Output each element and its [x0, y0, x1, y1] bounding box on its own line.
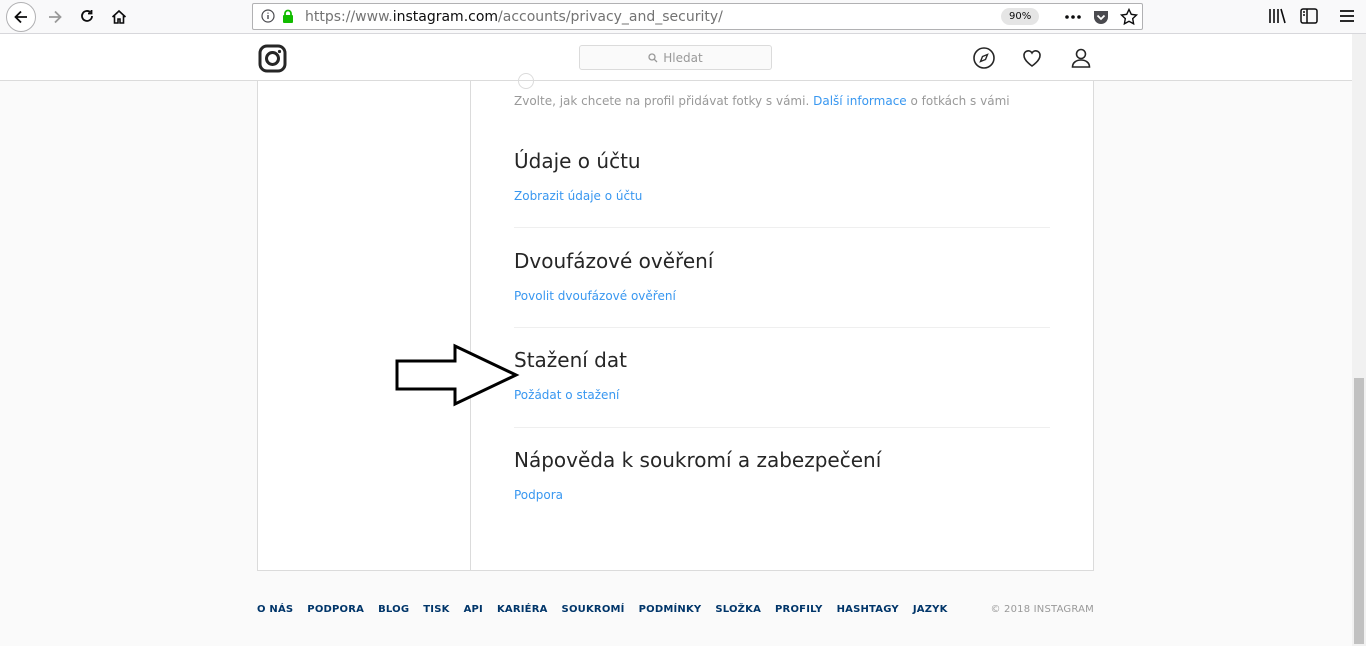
section-two-factor: Dvoufázové ověření Povolit dvoufázové ov…: [514, 249, 1050, 303]
browser-toolbar: https://www.instagram.com/accounts/priva…: [0, 0, 1366, 34]
divider: [514, 227, 1050, 228]
section-privacy-help: Nápověda k soukromí a zabezpečení Podpor…: [514, 448, 1050, 502]
menu-icon[interactable]: [1336, 5, 1358, 27]
divider: [514, 427, 1050, 428]
footer-link[interactable]: SLOŽKA: [715, 604, 761, 615]
footer-link[interactable]: TISK: [423, 604, 449, 615]
footer-link[interactable]: PODPORA: [307, 604, 364, 615]
photos-description: Zvolte, jak chcete na profil přidávat fo…: [514, 94, 1010, 108]
pocket-icon[interactable]: [1091, 7, 1111, 27]
copyright: © 2018 INSTAGRAM: [990, 604, 1094, 615]
photos-description-suffix: o fotkách s vámi: [910, 94, 1010, 108]
request-download-link[interactable]: Požádat o stažení: [514, 388, 619, 402]
home-button[interactable]: [106, 4, 132, 30]
page-scrollbar[interactable]: [1352, 34, 1366, 646]
search-input[interactable]: Hledat: [579, 45, 772, 70]
url-host: instagram.com: [392, 9, 499, 25]
search-icon: [648, 52, 658, 62]
footer-links: O NÁS PODPORA BLOG TISK API KARIÉRA SOUK…: [257, 604, 962, 615]
photos-manual-radio[interactable]: [518, 73, 534, 89]
footer: O NÁS PODPORA BLOG TISK API KARIÉRA SOUK…: [257, 604, 1094, 620]
info-icon[interactable]: [261, 9, 275, 23]
footer-link[interactable]: PROFILY: [775, 604, 823, 615]
instagram-header: Hledat: [0, 34, 1352, 81]
footer-link[interactable]: KARIÉRA: [497, 604, 548, 615]
scroll-thumb[interactable]: [1354, 378, 1364, 644]
reload-button[interactable]: [74, 4, 100, 30]
view-account-data-link[interactable]: Zobrazit údaje o účtu: [514, 189, 642, 203]
reload-icon: [81, 10, 93, 22]
back-icon: [14, 10, 27, 24]
back-button[interactable]: [6, 2, 36, 32]
section-data-download: Stažení dat Požádat o stažení: [514, 348, 1050, 402]
sidebar-icon[interactable]: [1298, 5, 1320, 27]
zoom-badge[interactable]: 90%: [1001, 8, 1040, 25]
instagram-logo-icon[interactable]: [258, 44, 287, 73]
url-bar[interactable]: https://www.instagram.com/accounts/priva…: [252, 3, 1143, 30]
settings-panel: Zvolte, jak chcete na profil přidávat fo…: [257, 73, 1094, 571]
arrow-annotation-icon: [395, 343, 520, 407]
enable-two-factor-link[interactable]: Povolit dvoufázové ověření: [514, 289, 676, 303]
star-icon[interactable]: [1119, 7, 1139, 27]
search-placeholder: Hledat: [663, 50, 703, 65]
library-icon[interactable]: [1266, 5, 1288, 27]
footer-link[interactable]: JAZYK: [913, 604, 948, 615]
learn-more-link[interactable]: Další informace: [813, 94, 907, 108]
footer-link[interactable]: HASHTAGY: [837, 604, 899, 615]
footer-link[interactable]: O NÁS: [257, 604, 293, 615]
forward-icon: [49, 10, 62, 24]
divider: [514, 327, 1050, 328]
footer-link[interactable]: PODMÍNKY: [639, 604, 702, 615]
more-icon[interactable]: [1063, 7, 1083, 27]
heart-icon[interactable]: [1020, 46, 1044, 70]
forward-button[interactable]: [42, 4, 68, 30]
url-text[interactable]: https://www.instagram.com/accounts/priva…: [305, 9, 723, 25]
settings-sidebar: [258, 81, 471, 570]
url-prefix: https://www.: [305, 9, 393, 25]
profile-icon[interactable]: [1069, 46, 1093, 70]
section-title: Údaje o účtu: [514, 149, 641, 173]
lock-icon[interactable]: [281, 9, 295, 24]
section-account-data: Údaje o účtu Zobrazit údaje o účtu: [514, 149, 1050, 203]
footer-link[interactable]: API: [464, 604, 483, 615]
section-title: Stažení dat: [514, 348, 627, 372]
section-title: Dvoufázové ověření: [514, 249, 714, 273]
explore-icon[interactable]: [972, 46, 996, 70]
footer-link[interactable]: SOUKROMÍ: [562, 604, 625, 615]
footer-link[interactable]: BLOG: [378, 604, 409, 615]
home-icon: [111, 9, 127, 24]
url-path: /accounts/privacy_and_security/: [498, 9, 723, 25]
section-title: Nápověda k soukromí a zabezpečení: [514, 448, 882, 472]
support-link[interactable]: Podpora: [514, 488, 563, 502]
photos-description-text: Zvolte, jak chcete na profil přidávat fo…: [514, 94, 810, 108]
